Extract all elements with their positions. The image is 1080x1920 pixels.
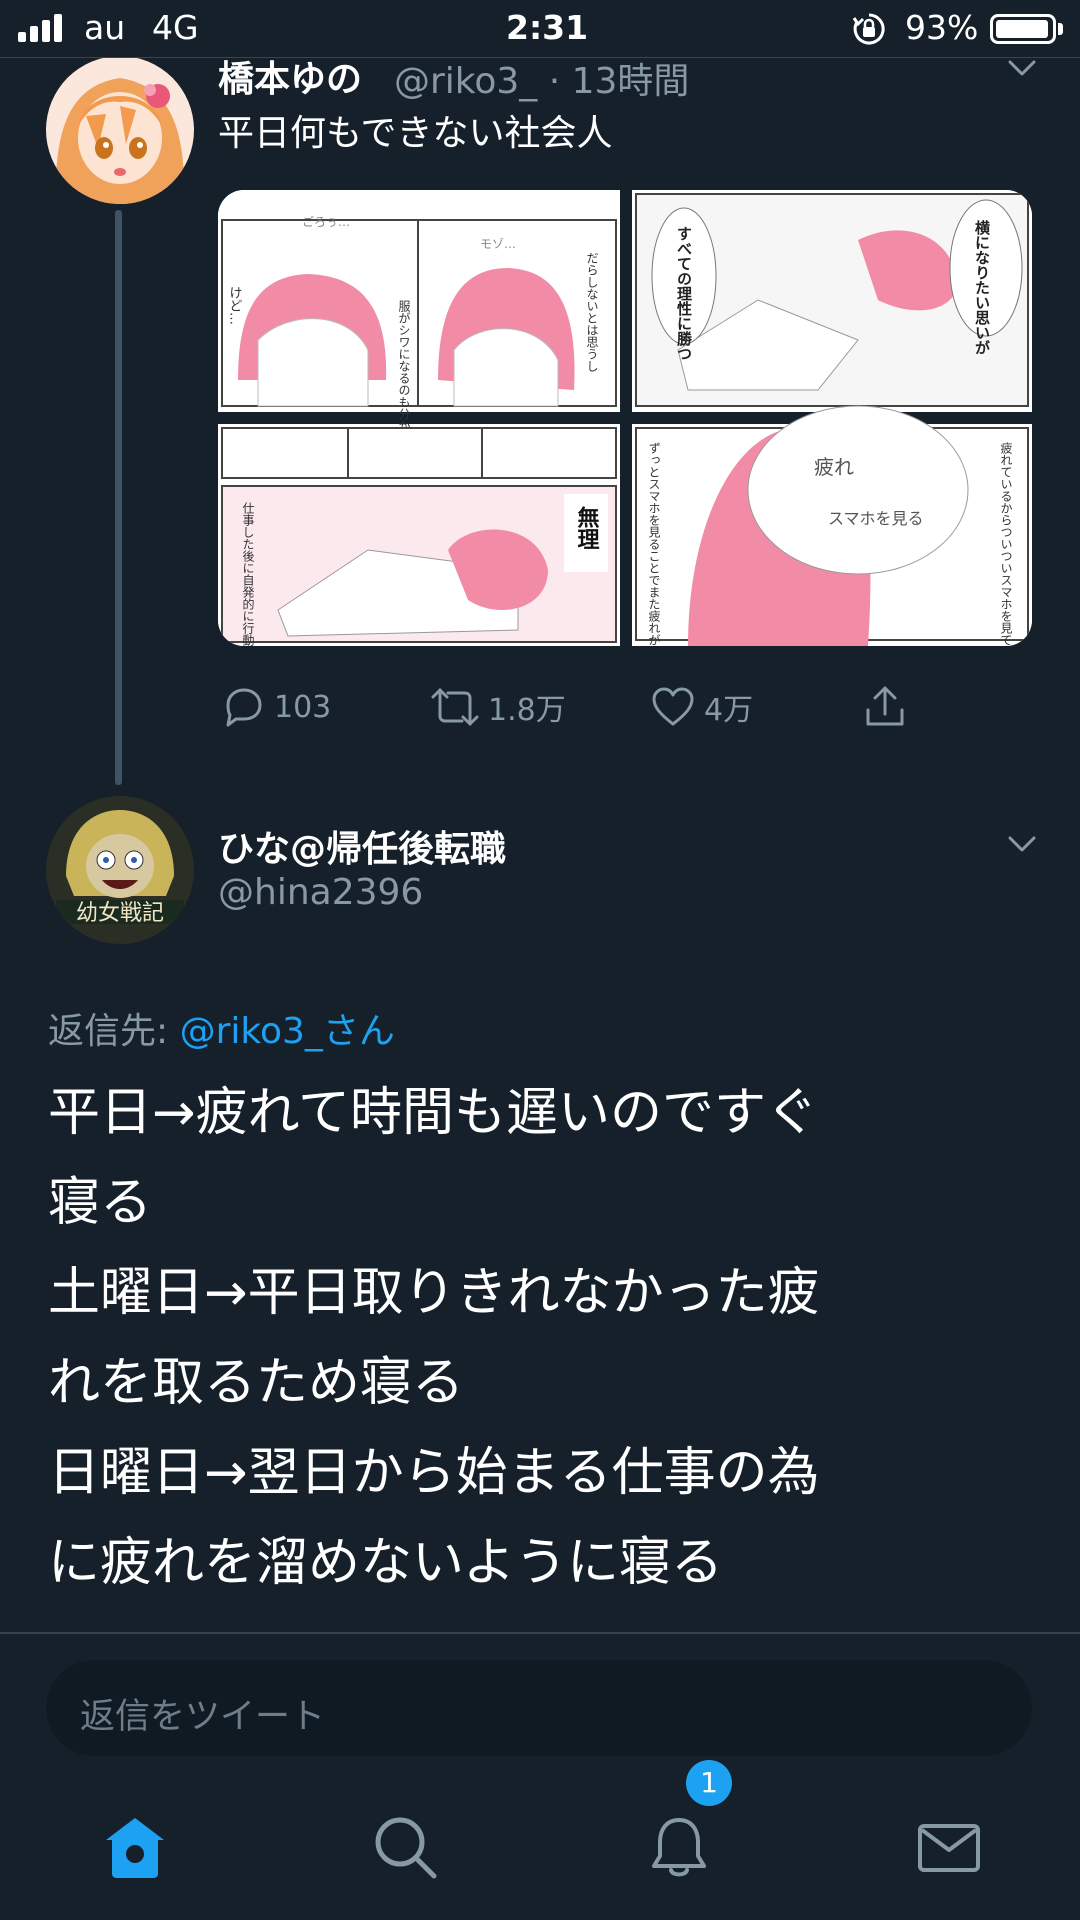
manga-bubble-3: スマホを見る (828, 509, 924, 528)
reply-to-label: 返信先: (48, 1011, 180, 1052)
manga-bubble-2: 疲れ (814, 455, 854, 479)
mail-icon[interactable] (914, 1812, 984, 1882)
manga-caption-5: 仕事した後に自発的に行動するなんて絶対無理 (241, 502, 255, 646)
retweet-button[interactable]: 1.8万 (430, 684, 566, 730)
tweet-text: 平日何もできない社会人 (218, 113, 613, 154)
retweet-icon (431, 688, 479, 726)
carrier-label: au (84, 8, 126, 47)
manga-caption-7: 疲れているからついついスマホを見てしまい (999, 441, 1013, 646)
thread-line (115, 210, 122, 785)
battery-percent: 93% (905, 8, 979, 47)
tweet-line: 日曜日→翌日から始まる仕事の為 (48, 1443, 820, 1503)
notification-badge: 1 (686, 1760, 732, 1806)
tweet-line: れを取るため寝る (48, 1353, 465, 1413)
reply-to-mention[interactable]: @riko3_さん (180, 1011, 395, 1052)
like-button[interactable]: 4万 (650, 684, 753, 730)
chevron-down-icon[interactable] (1004, 826, 1040, 862)
battery-icon (990, 14, 1056, 44)
heart-icon (652, 687, 694, 726)
reply-button[interactable]: 103 (220, 684, 331, 730)
tweet-line: 土曜日→平日取りきれなかった疲 (48, 1263, 820, 1323)
handle-time: @riko3_ · 13時間 (394, 61, 690, 102)
home-icon[interactable] (100, 1812, 170, 1882)
manga-caption-4: すべての理性に勝つ (675, 226, 693, 361)
like-count: 4万 (704, 693, 754, 728)
signal-icon (18, 14, 64, 42)
share-button[interactable] (862, 684, 908, 730)
status-divider (0, 57, 1080, 58)
reply-placeholder: 返信をツイート (80, 1697, 326, 1737)
tweet-body: 平日→疲れて時間も遅いのですぐ 寝る 土曜日→平日取りきれなかった疲 れを取るた… (48, 1068, 1038, 1608)
manga-bubble-1: 横になりたい思いが (973, 219, 991, 355)
manga-caption-3: だらしないとは思うし (585, 252, 599, 372)
reply-count: 103 (274, 689, 332, 725)
display-name[interactable]: ひな@帰任後転職 (218, 820, 506, 872)
orientation-lock-icon (852, 13, 885, 45)
share-icon (866, 686, 904, 726)
network-label: 4G (152, 8, 199, 47)
tweet-line: に疲れを溜めないように寝る (48, 1533, 723, 1593)
avatar-hina2396[interactable]: 幼女戦記 (46, 796, 194, 944)
status-bar: au 4G 2:31 93% (0, 0, 1080, 58)
battery-tip (1058, 23, 1063, 35)
bell-icon[interactable] (644, 1812, 714, 1882)
tweet-line: 寝る (48, 1173, 153, 1233)
retweet-count: 1.8万 (488, 693, 566, 728)
search-icon[interactable] (370, 1812, 440, 1882)
compose-divider (0, 1632, 1080, 1634)
manga-caption-6: ずっとスマホを見ることでまた疲れが溜まってしまう… (647, 442, 661, 646)
tweet-image[interactable]: ごろぅ… モゾ… けど… 服がシワになるのも分かってる だらしないとは思うし 横… (218, 190, 1032, 646)
manga-caption-1: けど… (227, 286, 242, 325)
reply-input[interactable]: 返信をツイート (46, 1660, 1032, 1756)
handle[interactable]: @hina2396 (218, 872, 423, 913)
avatar-title-text: 幼女戦記 (76, 901, 164, 926)
reply-to-line: 返信先: @riko3_さん (48, 1002, 395, 1054)
manga-sfx-3: 無理 (574, 505, 600, 550)
manga-sfx-2: モゾ… (480, 237, 516, 251)
reply-icon (226, 688, 262, 727)
tweet-line: 平日→疲れて時間も遅いのですぐ (48, 1083, 819, 1143)
clock: 2:31 (506, 8, 589, 47)
manga-sfx-1: ごろぅ… (302, 214, 350, 229)
avatar-riko3[interactable] (46, 56, 194, 204)
